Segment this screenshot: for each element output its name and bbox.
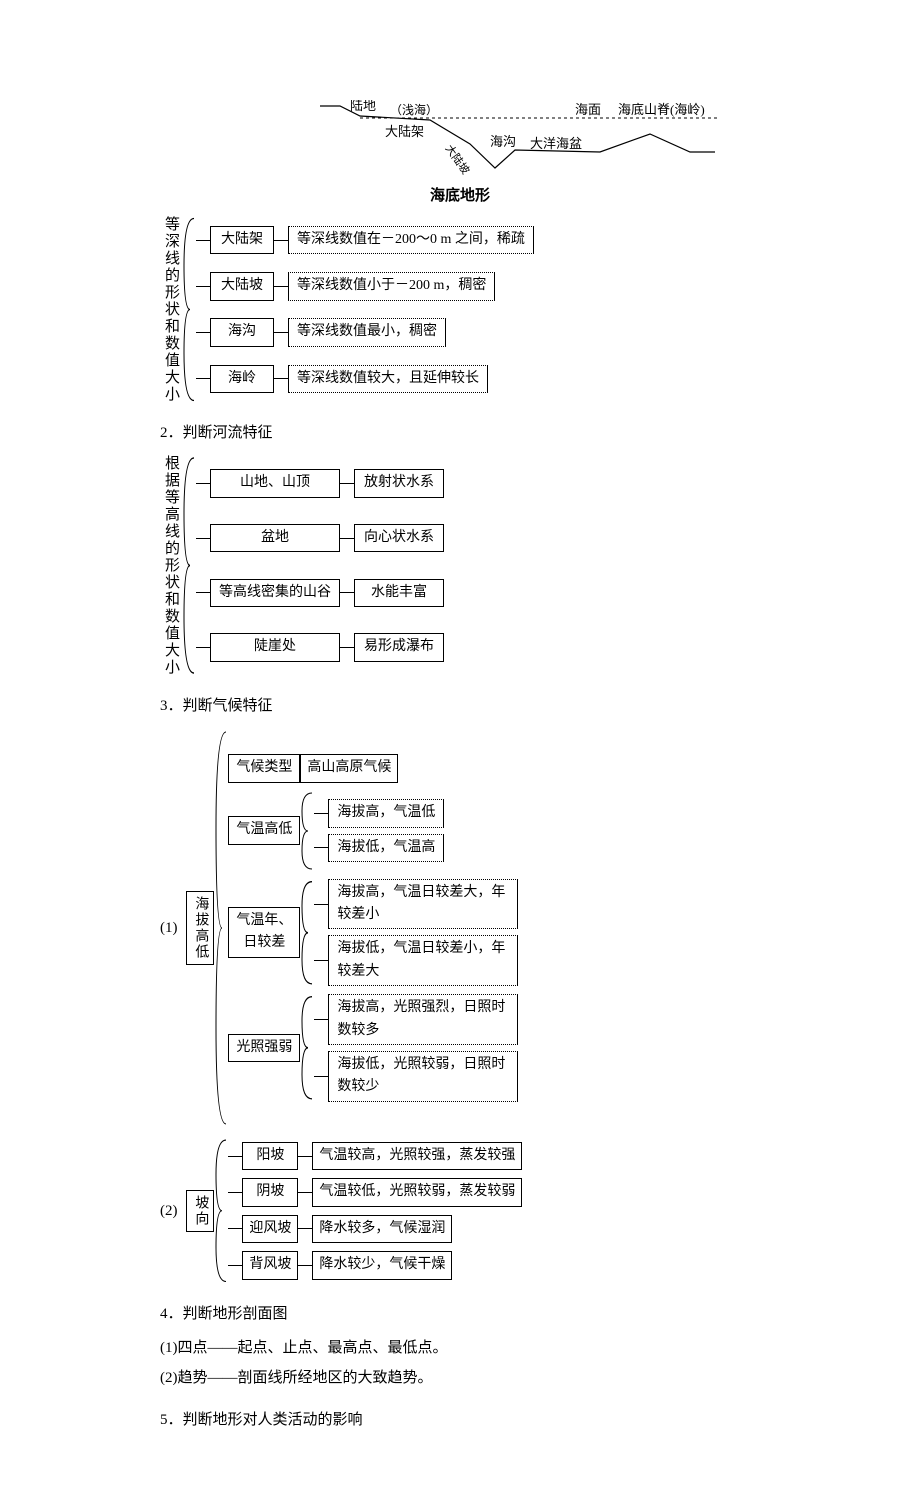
label-surface: 海面 — [575, 102, 601, 117]
table-row: 阳坡气温较高，光照较强，蒸发较强 — [228, 1142, 522, 1170]
desc: 气温较高，光照较强，蒸发较强 — [312, 1142, 522, 1170]
table-row: 盆地向心状水系 — [196, 524, 444, 552]
leaf-row: 海拔高，气温日较差大，年较差小 — [314, 879, 518, 930]
label-land: 陆地 — [350, 100, 376, 113]
table-row: 背风坡降水较少，气候干燥 — [228, 1251, 522, 1279]
label: 盆地 — [210, 524, 340, 552]
river-bracket: 根据等高线的形状和数值大小 山地、山顶放射状水系盆地向心状水系等高线密集的山谷水… — [160, 455, 760, 676]
label: 山地、山顶 — [210, 469, 340, 497]
branch-label: 气温年、日较差 — [228, 907, 300, 958]
climate-altitude: (1) 海拔高低 气候类型高山高原气候气温高低海拔高，气温低海拔低，气温高气温年… — [160, 728, 760, 1128]
isobath-bracket: 等深线的形状和数值大小 大陆架等深线数值在－200～0 m 之间，稀疏大陆坡等深… — [160, 216, 760, 403]
brace-icon — [182, 455, 196, 676]
label: 海沟 — [210, 318, 274, 346]
table-row: 阴坡气温较低，光照较弱，蒸发较弱 — [228, 1178, 522, 1206]
desc: 降水较多，气候湿润 — [312, 1215, 452, 1243]
s4-p2: (2)趋势——剖面线所经地区的大致趋势。 — [160, 1366, 760, 1390]
brace-icon — [214, 1138, 228, 1284]
isobath-root: 等深线的形状和数值大小 — [160, 216, 182, 403]
leaf: 海拔高，气温日较差大，年较差小 — [328, 879, 518, 930]
climate-slope: (2) 坡向 阳坡气温较高，光照较强，蒸发较强阴坡气温较低，光照较弱，蒸发较弱迎… — [160, 1138, 760, 1284]
num-2: (2) — [160, 1199, 186, 1223]
desc: 降水较少，气候干燥 — [312, 1251, 452, 1279]
seabed-diagram: 陆地 （浅海） 大陆架 大陆坡 海沟 海面 大洋海盆 海底山脊(海岭) 海底地形 — [180, 100, 740, 208]
leaf: 海拔高，气温低 — [328, 799, 444, 827]
branch-row: 气候类型高山高原气候 — [228, 754, 518, 782]
desc: 等深线数值较大，且延伸较长 — [288, 365, 488, 393]
label: 海岭 — [210, 365, 274, 393]
leaf-row: 海拔低，气温日较差小，年较差大 — [314, 935, 518, 986]
section-5-title: 5．判断地形对人类活动的影响 — [160, 1408, 760, 1432]
river-root: 根据等高线的形状和数值大小 — [160, 455, 182, 676]
label-basin: 大洋海盆 — [530, 136, 582, 151]
section-2-title: 2．判断河流特征 — [160, 421, 760, 445]
table-row: 大陆坡等深线数值小于－200 m，稠密 — [196, 272, 534, 300]
table-row: 海岭等深线数值较大，且延伸较长 — [196, 365, 534, 393]
brace-icon — [300, 879, 314, 987]
section-4-title: 4．判断地形剖面图 — [160, 1302, 760, 1326]
leaf-row: 海拔低，光照较弱，日照时数较少 — [314, 1051, 518, 1102]
table-row: 山地、山顶放射状水系 — [196, 469, 444, 497]
label: 等高线密集的山谷 — [210, 579, 340, 607]
label: 大陆坡 — [210, 272, 274, 300]
branch-row: 气温高低海拔高，气温低海拔低，气温高 — [228, 791, 518, 871]
brace-icon — [300, 791, 314, 871]
desc: 水能丰富 — [354, 579, 444, 607]
leaf-row: 海拔低，气温高 — [314, 834, 444, 862]
brace-icon — [182, 216, 196, 403]
brace-icon — [214, 728, 228, 1128]
desc: 易形成瀑布 — [354, 633, 444, 661]
leaf: 海拔低，气温日较差小，年较差大 — [328, 935, 518, 986]
desc: 气温较低，光照较弱，蒸发较弱 — [312, 1178, 522, 1206]
leaf: 海拔高，光照强烈，日照时数较多 — [328, 994, 518, 1045]
altitude-root: 海拔高低 — [186, 891, 214, 965]
s4-p1: (1)四点——起点、止点、最高点、最低点。 — [160, 1336, 760, 1360]
slope-root: 坡向 — [186, 1190, 214, 1232]
label: 阴坡 — [242, 1178, 298, 1206]
desc: 向心状水系 — [354, 524, 444, 552]
leaf: 海拔低，气温高 — [328, 834, 444, 862]
section-3-title: 3．判断气候特征 — [160, 694, 760, 718]
table-row: 大陆架等深线数值在－200～0 m 之间，稀疏 — [196, 226, 534, 254]
label: 大陆架 — [210, 226, 274, 254]
table-row: 等高线密集的山谷水能丰富 — [196, 579, 444, 607]
label-shallow: （浅海） — [390, 102, 438, 117]
branch-row: 气温年、日较差海拔高，气温日较差大，年较差小海拔低，气温日较差小，年较差大 — [228, 879, 518, 987]
desc: 等深线数值小于－200 m，稠密 — [288, 272, 495, 300]
label: 陡崖处 — [210, 633, 340, 661]
num-1: (1) — [160, 916, 186, 940]
table-row: 迎风坡降水较多，气候湿润 — [228, 1215, 522, 1243]
table-row: 陡崖处易形成瀑布 — [196, 633, 444, 661]
label-trench: 海沟 — [490, 134, 516, 149]
label-slope: 大陆坡 — [443, 142, 473, 177]
brace-icon — [300, 994, 314, 1102]
leaf-row: 海拔高，光照强烈，日照时数较多 — [314, 994, 518, 1045]
branch-label: 气温高低 — [228, 816, 300, 844]
leaf-row: 海拔高，气温低 — [314, 799, 444, 827]
branch-label: 气候类型 — [228, 754, 300, 782]
leaf: 高山高原气候 — [300, 754, 398, 782]
seabed-svg: 陆地 （浅海） 大陆架 大陆坡 海沟 海面 大洋海盆 海底山脊(海岭) — [180, 100, 740, 180]
desc: 等深线数值最小，稠密 — [288, 318, 446, 346]
label: 阳坡 — [242, 1142, 298, 1170]
branch-row: 光照强弱海拔高，光照强烈，日照时数较多海拔低，光照较弱，日照时数较少 — [228, 994, 518, 1102]
seabed-caption: 海底地形 — [180, 184, 740, 208]
label: 迎风坡 — [242, 1215, 298, 1243]
label-shelf: 大陆架 — [385, 124, 424, 139]
label: 背风坡 — [242, 1251, 298, 1279]
branch-label: 光照强弱 — [228, 1034, 300, 1062]
leaf: 海拔低，光照较弱，日照时数较少 — [328, 1051, 518, 1102]
desc: 等深线数值在－200～0 m 之间，稀疏 — [288, 226, 534, 254]
label-ridge: 海底山脊(海岭) — [618, 102, 705, 117]
table-row: 海沟等深线数值最小，稠密 — [196, 318, 534, 346]
desc: 放射状水系 — [354, 469, 444, 497]
